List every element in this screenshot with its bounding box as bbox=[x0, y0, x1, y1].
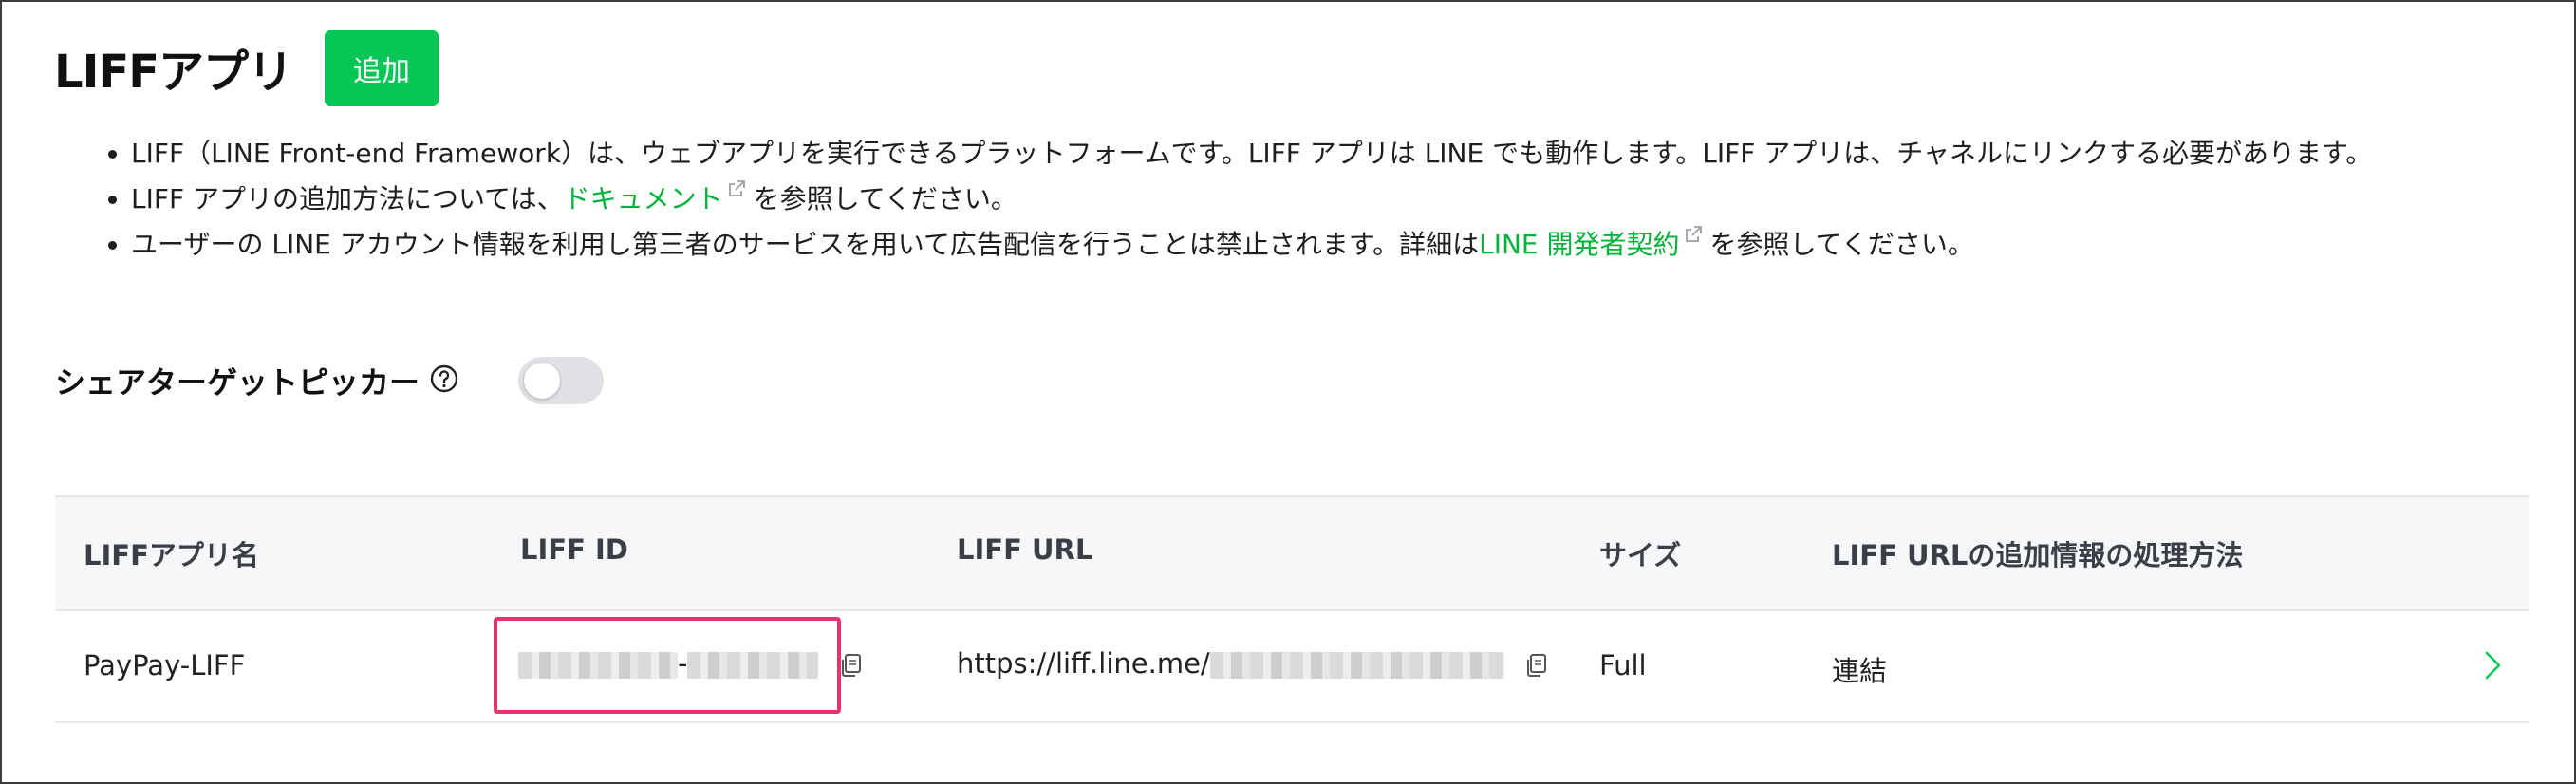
note-text: ユーザーの LINE アカウント情報を利用し第三者のサービスを用いて広告配信を行… bbox=[131, 229, 1480, 260]
header-size: サイズ bbox=[1599, 539, 1682, 571]
external-link-icon bbox=[728, 179, 745, 196]
chevron-right-icon[interactable] bbox=[2483, 649, 2504, 681]
redacted-url-part bbox=[1209, 652, 1504, 679]
add-button[interactable]: 追加 bbox=[325, 30, 439, 106]
header-app-name: LIFFアプリ名 bbox=[84, 539, 259, 571]
cell-app-name: PayPay-LIFF bbox=[84, 649, 246, 681]
note-text: を参照してください。 bbox=[753, 183, 1017, 215]
cell-liff-url: https://liff.line.me/ bbox=[957, 647, 1551, 680]
help-icon[interactable] bbox=[429, 364, 459, 394]
note-item: LIFF アプリの追加方法については、ドキュメントを参照してください。 bbox=[131, 177, 2576, 222]
header-url-mode: LIFF URLの追加情報の処理方法 bbox=[1832, 539, 2244, 571]
cell-size: Full bbox=[1599, 649, 1647, 681]
url-prefix: https://liff.line.me/ bbox=[957, 647, 1210, 680]
table-header: LIFFアプリ名 LIFF ID LIFF URL サイズ LIFF URLの追… bbox=[55, 495, 2529, 611]
copy-icon[interactable] bbox=[1522, 651, 1551, 680]
documentation-link[interactable]: ドキュメント bbox=[564, 183, 723, 215]
toggle-knob bbox=[524, 363, 560, 399]
share-target-picker-toggle[interactable] bbox=[518, 357, 604, 404]
table-row[interactable]: PayPay-LIFF - https://liff.line.me/ Full… bbox=[55, 611, 2529, 723]
note-text: LIFF アプリの追加方法については、 bbox=[131, 183, 564, 215]
highlight-box bbox=[494, 617, 841, 714]
share-target-picker-label: シェアターゲットピッカー bbox=[55, 364, 420, 401]
developer-agreement-link[interactable]: LINE 開発者契約 bbox=[1479, 229, 1679, 260]
note-item: LIFF（LINE Front-end Framework）は、ウェブアプリを実… bbox=[131, 131, 2576, 177]
notes-list: LIFF（LINE Front-end Framework）は、ウェブアプリを実… bbox=[99, 131, 2576, 268]
note-text: を参照してください。 bbox=[1709, 229, 1974, 260]
external-link-icon bbox=[1685, 225, 1702, 242]
cell-url-mode: 連結 bbox=[1832, 655, 1888, 687]
note-item: ユーザーの LINE アカウント情報を利用し第三者のサービスを用いて広告配信を行… bbox=[131, 222, 2576, 268]
copy-icon[interactable] bbox=[837, 651, 866, 680]
liff-app-table: LIFFアプリ名 LIFF ID LIFF URL サイズ LIFF URLの追… bbox=[55, 495, 2529, 723]
note-text: LIFF（LINE Front-end Framework）は、ウェブアプリを実… bbox=[131, 138, 2373, 169]
header-liff-id: LIFF ID bbox=[520, 533, 628, 566]
page-title: LIFFアプリ bbox=[54, 46, 293, 99]
page-frame: LIFFアプリ 追加 LIFF（LINE Front-end Framework… bbox=[0, 0, 2576, 784]
header-liff-url: LIFF URL bbox=[957, 533, 1093, 566]
